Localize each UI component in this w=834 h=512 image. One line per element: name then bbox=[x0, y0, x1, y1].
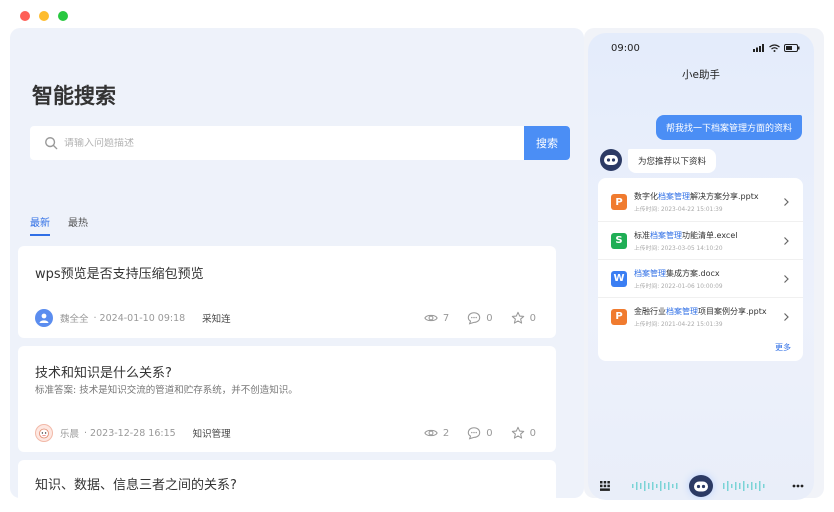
star-icon bbox=[511, 426, 524, 439]
question-stats: 2 0 0 bbox=[424, 426, 536, 440]
views-count: 2 bbox=[442, 427, 450, 439]
file-upload-time: 上传时间: 2023-03-05 14:10:20 bbox=[634, 245, 723, 252]
eye-icon bbox=[424, 429, 438, 437]
avatar bbox=[35, 309, 53, 327]
sort-tabs: 最新 最热 bbox=[30, 214, 88, 236]
views-count: 7 bbox=[442, 312, 450, 324]
chevron-right-icon bbox=[784, 312, 789, 321]
signal-icon bbox=[753, 44, 764, 52]
favorites-stat[interactable]: 0 bbox=[511, 426, 536, 440]
post-datetime: · 2024-01-10 09:18 bbox=[93, 312, 186, 324]
views-stat: 7 bbox=[424, 311, 449, 325]
question-title[interactable]: 知识、数据、信息三者之间的关系? bbox=[35, 474, 237, 493]
search-button[interactable]: 搜索 bbox=[524, 126, 570, 160]
views-stat: 2 bbox=[424, 426, 449, 440]
ppt-file-icon: P bbox=[611, 308, 627, 325]
question-card[interactable]: wps预览是否支持压缩包预览 魏全全 · 2024-01-10 09:18 采知… bbox=[18, 246, 556, 338]
question-stats: 7 0 0 bbox=[424, 311, 536, 325]
category-tag[interactable]: 知识管理 bbox=[193, 426, 231, 440]
favorites-count: 0 bbox=[529, 312, 536, 324]
minimize-window-button[interactable] bbox=[39, 11, 49, 21]
user-message: 帮我找一下档案管理方面的资料 bbox=[655, 115, 802, 140]
question-title[interactable]: wps预览是否支持压缩包预览 bbox=[35, 263, 204, 282]
comments-stat[interactable]: 0 bbox=[467, 426, 493, 440]
file-item[interactable]: W 档案管理集成方案.docx 上传时间: 2022-01-06 10:00:0… bbox=[598, 259, 803, 297]
ppt-file-icon: P bbox=[611, 194, 627, 210]
voice-wave-left-icon bbox=[632, 481, 678, 491]
eye-icon bbox=[424, 314, 438, 322]
robot-icon bbox=[694, 481, 708, 491]
comment-icon bbox=[468, 312, 481, 325]
file-item[interactable]: S 标准档案管理功能清单.excel 上传时间: 2023-03-05 14:1… bbox=[598, 221, 803, 259]
file-item[interactable]: P 数字化档案管理解决方案分享.pptx 上传时间: 2023-04-22 15… bbox=[598, 183, 803, 221]
tab-latest[interactable]: 最新 bbox=[30, 214, 50, 236]
question-card[interactable]: 知识、数据、信息三者之间的关系? bbox=[18, 460, 556, 498]
comment-icon bbox=[468, 427, 481, 440]
comments-count: 0 bbox=[486, 427, 493, 439]
bot-message: 为您推荐以下资料 bbox=[628, 149, 717, 173]
chevron-right-icon bbox=[784, 274, 789, 283]
question-meta: 魏全全 · 2024-01-10 09:18 采知连 bbox=[35, 309, 231, 327]
battery-icon bbox=[784, 44, 800, 52]
status-time: 09:00 bbox=[611, 43, 640, 54]
more-link[interactable]: 更多 bbox=[775, 342, 791, 353]
favorites-stat[interactable]: 0 bbox=[511, 311, 536, 325]
smart-search-panel: 智能搜索 搜索 最新 最热 wps预览是否支持压缩包预览 魏全全 · 2024-… bbox=[10, 28, 584, 498]
file-name: 档案管理集成方案.docx bbox=[634, 268, 720, 278]
search-icon bbox=[45, 137, 58, 150]
question-title[interactable]: 技术和知识是什么关系? bbox=[35, 362, 172, 381]
user-icon bbox=[39, 313, 49, 323]
page-title: 智能搜索 bbox=[32, 84, 116, 108]
voice-assistant-button[interactable] bbox=[689, 475, 713, 497]
window-controls bbox=[20, 11, 68, 21]
chevron-right-icon bbox=[784, 198, 789, 206]
word-file-icon: W bbox=[611, 270, 627, 287]
tab-hottest[interactable]: 最热 bbox=[68, 214, 88, 236]
author-name: 魏全全 bbox=[60, 314, 89, 325]
robot-icon bbox=[604, 155, 618, 165]
keyboard-icon[interactable] bbox=[600, 481, 610, 491]
comments-stat[interactable]: 0 bbox=[467, 311, 493, 325]
search-bar: 搜索 bbox=[30, 126, 570, 160]
cartoon-avatar-icon bbox=[39, 428, 49, 439]
voice-input-bar bbox=[588, 473, 814, 499]
author-name: 乐晨 bbox=[60, 429, 80, 440]
post-datetime: · 2023-12-28 16:15 bbox=[84, 427, 176, 439]
file-name: 金融行业档案管理项目案例分享.pptx bbox=[634, 306, 767, 316]
more-options-icon[interactable] bbox=[792, 484, 804, 488]
maximize-window-button[interactable] bbox=[58, 11, 68, 21]
favorites-count: 0 bbox=[529, 427, 536, 439]
question-card[interactable]: 技术和知识是什么关系? 标准答案: 技术是知识交流的管道和贮存系统，并不创造知识… bbox=[18, 346, 556, 452]
voice-wave-right-icon bbox=[723, 481, 765, 491]
assistant-title: 小e助手 bbox=[682, 69, 720, 81]
file-name: 标准档案管理功能清单.excel bbox=[634, 230, 738, 240]
chevron-right-icon bbox=[784, 236, 789, 245]
question-meta: 乐晨 · 2023-12-28 16:15 知识管理 bbox=[35, 424, 231, 442]
file-item[interactable]: P 金融行业档案管理项目案例分享.pptx 上传时间: 2021-04-22 1… bbox=[598, 297, 803, 335]
assistant-phone: 09:00 小e助手 帮我找一下档案管理方面的资料 为您推荐以下资料 P 数字化… bbox=[588, 33, 814, 500]
file-upload-time: 上传时间: 2023-04-22 15:01:39 bbox=[634, 207, 723, 213]
bot-avatar bbox=[600, 149, 622, 171]
file-name: 数字化档案管理解决方案分享.pptx bbox=[634, 192, 759, 201]
star-icon bbox=[511, 311, 524, 324]
recommended-files: P 数字化档案管理解决方案分享.pptx 上传时间: 2023-04-22 15… bbox=[598, 178, 803, 361]
status-icons bbox=[753, 44, 800, 52]
avatar bbox=[35, 424, 53, 442]
file-upload-time: 上传时间: 2021-04-22 15:01:39 bbox=[634, 321, 723, 328]
search-input[interactable] bbox=[64, 137, 524, 149]
standard-answer: 标准答案: 技术是知识交流的管道和贮存系统，并不创造知识。 bbox=[35, 385, 298, 396]
close-window-button[interactable] bbox=[20, 11, 30, 21]
excel-file-icon: S bbox=[611, 232, 627, 249]
comments-count: 0 bbox=[486, 312, 493, 324]
wifi-icon bbox=[769, 44, 780, 52]
file-upload-time: 上传时间: 2022-01-06 10:00:09 bbox=[634, 283, 723, 290]
category-tag[interactable]: 采知连 bbox=[202, 311, 231, 325]
